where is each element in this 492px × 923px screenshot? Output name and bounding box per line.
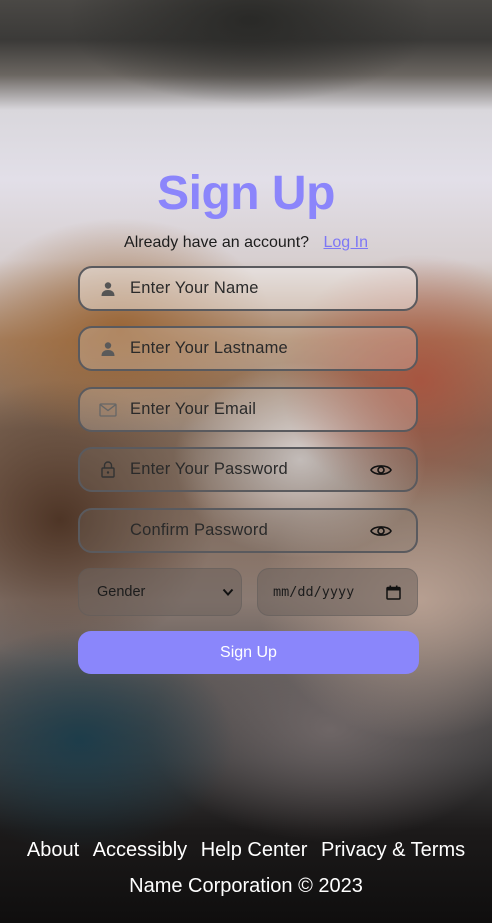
calendar-icon[interactable] — [386, 585, 401, 600]
footer-links: About Accessibly Help Center Privacy & T… — [0, 838, 492, 862]
gender-select[interactable]: Gender — [78, 568, 242, 616]
account-prompt-text: Already have an account? — [124, 234, 310, 251]
lastname-field[interactable]: Enter Your Lastname — [78, 326, 418, 371]
gender-select-value: Gender — [97, 584, 146, 600]
user-icon — [99, 280, 117, 298]
login-link[interactable]: Log In — [323, 234, 367, 251]
eye-icon[interactable] — [370, 459, 392, 481]
confirm-password-field[interactable]: Confirm Password — [78, 508, 418, 553]
name-field[interactable]: Enter Your Name — [78, 266, 418, 311]
email-field[interactable]: Enter Your Email — [78, 387, 418, 432]
user-icon — [99, 340, 117, 358]
password-placeholder: Enter Your Password — [130, 460, 288, 478]
page-title: Sign Up — [157, 167, 335, 220]
birthdate-value: mm/dd/yyyy — [273, 584, 355, 600]
confirm-password-placeholder: Confirm Password — [130, 521, 268, 539]
birthdate-input[interactable]: mm/dd/yyyy — [257, 568, 418, 616]
signup-button[interactable]: Sign Up — [78, 631, 419, 674]
footer-link-privacy-terms[interactable]: Privacy & Terms — [321, 839, 465, 861]
mail-icon — [99, 401, 117, 419]
footer-link-accessibly[interactable]: Accessibly — [93, 839, 187, 861]
email-placeholder: Enter Your Email — [130, 400, 257, 418]
lock-icon — [99, 461, 117, 479]
footer-link-about[interactable]: About — [27, 839, 79, 861]
account-prompt-line: Already have an account? Log In — [0, 233, 492, 253]
lastname-placeholder: Enter Your Lastname — [130, 339, 288, 357]
copyright-text: Name Corporation © 2023 — [129, 875, 363, 897]
footer-link-help-center[interactable]: Help Center — [201, 839, 308, 861]
name-placeholder: Enter Your Name — [130, 279, 259, 297]
chevron-down-icon — [221, 585, 235, 599]
eye-icon[interactable] — [370, 520, 392, 542]
password-field[interactable]: Enter Your Password — [78, 447, 418, 492]
